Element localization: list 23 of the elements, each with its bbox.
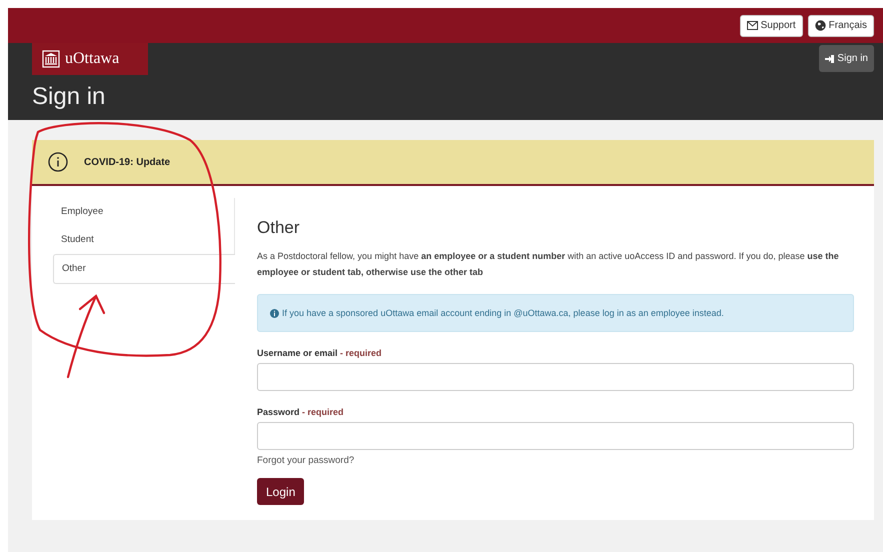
- alert-text: COVID-19: Update: [84, 156, 170, 168]
- info-icon: [48, 152, 68, 172]
- envelope-icon: [746, 21, 758, 30]
- logo[interactable]: uOttawa: [32, 43, 148, 75]
- input-field[interactable]: [257, 363, 854, 391]
- page-title: Sign in: [32, 83, 106, 111]
- sign-in-button[interactable]: Sign in: [819, 45, 874, 72]
- top-button[interactable]: Français: [808, 14, 874, 36]
- globe-icon: [814, 20, 826, 31]
- nav-tab[interactable]: Student: [53, 226, 234, 254]
- input-field[interactable]: [257, 422, 854, 450]
- login-button[interactable]: Login: [257, 478, 304, 505]
- info-icon: [270, 308, 279, 318]
- field-label: Username or email - required: [257, 348, 383, 358]
- field-label: Password - required: [257, 407, 345, 417]
- nav-tab[interactable]: Other: [53, 254, 235, 284]
- top-button[interactable]: Support: [740, 14, 803, 36]
- section-heading: Other: [257, 218, 301, 238]
- nav-tab[interactable]: Employee: [53, 198, 234, 226]
- intro-text: As a Postdoctoral fellow, you might have an employee or a student number with an active uoAccess ID and password. If you do, please use the employee or student tab, otherwise use the other tab: [257, 250, 840, 279]
- sign-in-icon: [825, 54, 834, 62]
- forgot-password-link[interactable]: Forgot your password?: [257, 455, 354, 466]
- notice-text: If you have a sponsored uOttawa email account ending in @uOttawa.ca, please log in as an employee instead.: [282, 308, 724, 318]
